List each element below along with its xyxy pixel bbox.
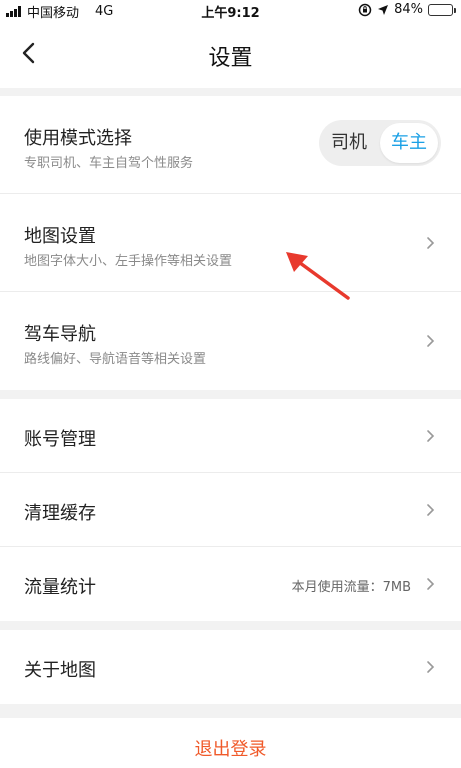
mode-option-owner[interactable]: 车主 [380, 123, 438, 163]
logout-label: 退出登录 [194, 739, 267, 760]
row-clear-cache[interactable]: 清理缓存 [0, 473, 461, 547]
row-about-map[interactable]: 关于地图 [0, 630, 461, 704]
mode-toggle[interactable]: 司机 车主 [319, 120, 441, 166]
map-settings-subtitle: 地图字体大小、左手操作等相关设置 [24, 254, 233, 269]
settings-group-preferences: 使用模式选择 专职司机、车主自驾个性服务 司机 车主 地图设置 地图字体大小、左… [0, 96, 461, 390]
location-arrow-icon [378, 4, 389, 15]
drive-navigation-subtitle: 路线偏好、导航语音等相关设置 [24, 352, 207, 367]
clear-cache-title: 清理缓存 [24, 503, 96, 524]
map-settings-title: 地图设置 [24, 226, 96, 247]
usage-mode-title: 使用模式选择 [24, 128, 132, 149]
settings-group-account: 账号管理 清理缓存 流量统计 本月使用流量：7MB [0, 399, 461, 621]
status-right: 84% [358, 2, 456, 17]
usage-mode-subtitle: 专职司机、车主自驾个性服务 [24, 156, 194, 171]
row-usage-mode: 使用模式选择 专职司机、车主自驾个性服务 司机 车主 [0, 96, 461, 194]
nav-bar: 设置 [0, 20, 461, 88]
page-title: 设置 [208, 46, 253, 71]
chevron-right-icon [427, 429, 435, 442]
chevron-right-icon [427, 503, 435, 516]
battery-icon [428, 3, 456, 16]
drive-navigation-title: 驾车导航 [24, 324, 96, 345]
logout-button[interactable]: 退出登录 [0, 718, 461, 768]
mode-option-driver[interactable]: 司机 [319, 120, 379, 166]
row-traffic-stats[interactable]: 流量统计 本月使用流量：7MB [0, 547, 461, 621]
traffic-stats-value: 本月使用流量：7MB [291, 580, 411, 595]
chevron-right-icon [427, 578, 435, 590]
about-map-title: 关于地图 [24, 660, 96, 681]
account-management-title: 账号管理 [24, 429, 96, 450]
chevron-right-icon [427, 236, 435, 249]
row-map-settings[interactable]: 地图设置 地图字体大小、左手操作等相关设置 [0, 194, 461, 292]
row-drive-navigation[interactable]: 驾车导航 路线偏好、导航语音等相关设置 [0, 292, 461, 390]
chevron-right-icon [427, 335, 435, 347]
battery-percent: 84% [394, 2, 423, 17]
traffic-stats-title: 流量统计 [24, 577, 96, 598]
status-bar: 中国移动 4G 上午9:12 84% [0, 0, 461, 21]
settings-group-about: 关于地图 [0, 630, 461, 704]
annotation-arrow-icon [286, 252, 350, 300]
chevron-right-icon [427, 661, 435, 673]
orientation-lock-icon [358, 3, 372, 16]
row-account-management[interactable]: 账号管理 [0, 399, 461, 473]
